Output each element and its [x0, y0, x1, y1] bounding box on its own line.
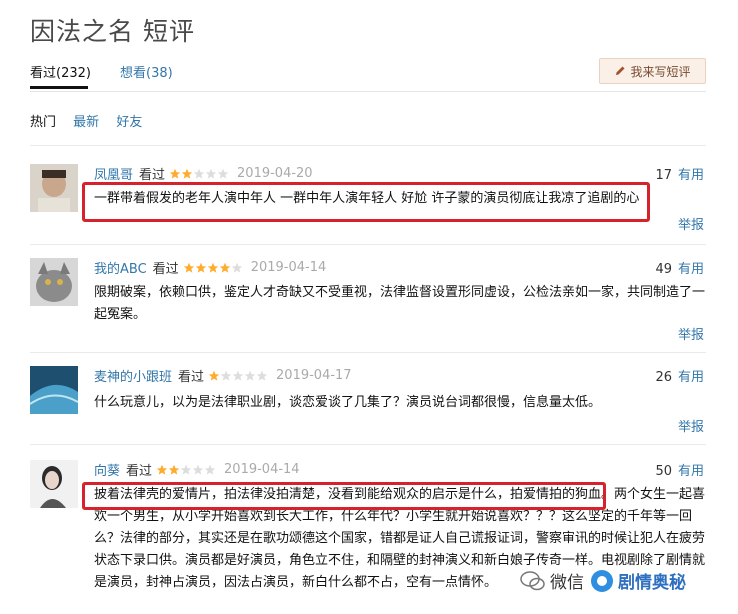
- review-meta: 我的ABC 看过 2019-04-14: [94, 258, 326, 277]
- sort-latest[interactable]: 最新: [73, 115, 99, 130]
- review-text: 什么玩意儿，以为是法律职业剧，谈恋爱谈了几集了？演员说台词都很慢，信息量太低。: [94, 395, 602, 410]
- rating-stars: [156, 464, 216, 476]
- watched-label: 看过: [178, 370, 205, 385]
- star-filled-icon: [169, 168, 181, 179]
- review-divider: [30, 352, 706, 353]
- pencil-icon: [616, 66, 625, 75]
- avatar[interactable]: [30, 164, 78, 212]
- star-filled-icon: [207, 262, 218, 273]
- review-user[interactable]: 凤凰哥: [94, 164, 133, 183]
- star-empty-icon: [232, 370, 244, 381]
- tab-divider: [30, 91, 706, 92]
- star-empty-icon: [204, 464, 216, 475]
- watched-label: 看过: [126, 464, 153, 479]
- tab-want-to-watch[interactable]: 想看(38): [120, 62, 173, 81]
- star-empty-icon: [180, 464, 192, 475]
- star-empty-icon: [205, 168, 217, 179]
- star-empty-icon: [220, 370, 232, 381]
- write-review-label: 我来写短评: [630, 64, 691, 79]
- useful-count: 26 有用: [655, 366, 704, 385]
- watched-label: 看过: [152, 262, 179, 277]
- useful-vote-link[interactable]: 有用: [678, 168, 704, 183]
- star-empty-icon: [244, 370, 256, 381]
- star-filled-icon: [168, 464, 180, 475]
- review-user[interactable]: 麦神的小跟班: [94, 366, 172, 385]
- star-filled-icon: [195, 262, 206, 273]
- sort-hot[interactable]: 热门: [30, 115, 56, 130]
- useful-number: 49: [655, 262, 672, 277]
- write-review-button[interactable]: 我来写短评: [599, 58, 706, 84]
- avatar[interactable]: [30, 258, 78, 306]
- review-meta: 凤凰哥 看过 2019-04-20: [94, 164, 313, 183]
- rating-stars: [208, 370, 268, 382]
- sort-friends[interactable]: 好友: [116, 115, 142, 130]
- review-date: 2019-04-14: [224, 462, 300, 477]
- review-meta: 麦神的小跟班 看过 2019-04-17: [94, 366, 352, 385]
- star-empty-icon: [217, 168, 229, 179]
- report-link[interactable]: 举报: [678, 416, 704, 435]
- star-filled-icon: [183, 262, 194, 273]
- watermark: 微信 剧情奥秘: [520, 568, 686, 593]
- useful-count: 17 有用: [655, 164, 704, 183]
- useful-number: 17: [655, 168, 672, 183]
- review-divider: [30, 444, 706, 445]
- useful-vote-link[interactable]: 有用: [678, 370, 704, 385]
- sort-options: 热门 最新 好友: [30, 111, 155, 130]
- star-empty-icon: [192, 464, 204, 475]
- watched-label: 看过: [139, 168, 166, 183]
- watermark-wechat-text: 微信: [550, 573, 584, 593]
- user-avatar-image: [30, 366, 78, 414]
- review-divider: [30, 244, 706, 245]
- report-link[interactable]: 举报: [678, 324, 704, 343]
- star-filled-icon: [219, 262, 230, 273]
- review-text: 一群带着假发的老年人演中年人 一群中年人演年轻人 好尬 许子蒙的演员彻底让我凉了…: [94, 191, 640, 206]
- report-link[interactable]: 举报: [678, 214, 704, 233]
- sort-divider: [30, 145, 706, 146]
- star-filled-icon: [156, 464, 168, 475]
- avatar[interactable]: [30, 460, 78, 508]
- review-meta: 向葵 看过 2019-04-14: [94, 460, 300, 479]
- user-avatar-image: [30, 164, 78, 212]
- useful-count: 50 有用: [655, 460, 704, 479]
- star-filled-icon: [208, 370, 220, 381]
- review-user[interactable]: 我的ABC: [94, 258, 147, 277]
- active-tab-indicator: [30, 86, 88, 89]
- avatar[interactable]: [30, 366, 78, 414]
- page-title: 因法之名 短评: [30, 17, 195, 46]
- watermark-brand-text: 剧情奥秘: [618, 573, 686, 593]
- star-empty-icon: [193, 168, 205, 179]
- brand-logo-icon: [591, 569, 613, 592]
- star-empty-icon: [256, 370, 268, 381]
- star-empty-icon: [231, 262, 242, 273]
- review-text: 限期破案，依赖口供，鉴定人才奇缺又不受重视，法律监督设置形同虚设，公检法亲如一家…: [94, 285, 706, 322]
- review-date: 2019-04-17: [276, 368, 352, 383]
- user-avatar-image: [30, 258, 78, 306]
- user-avatar-image: [30, 460, 78, 508]
- useful-vote-link[interactable]: 有用: [678, 464, 704, 479]
- useful-vote-link[interactable]: 有用: [678, 262, 704, 277]
- review-user[interactable]: 向葵: [94, 460, 120, 479]
- review-date: 2019-04-20: [237, 166, 313, 181]
- useful-count: 49 有用: [655, 258, 704, 277]
- wechat-icon: [520, 570, 545, 590]
- rating-stars: [169, 168, 229, 180]
- review-date: 2019-04-14: [250, 260, 327, 275]
- tab-watched[interactable]: 看过(232): [30, 62, 91, 81]
- useful-number: 50: [655, 464, 672, 479]
- rating-stars: [183, 262, 243, 274]
- useful-number: 26: [655, 370, 672, 385]
- star-filled-icon: [181, 168, 193, 179]
